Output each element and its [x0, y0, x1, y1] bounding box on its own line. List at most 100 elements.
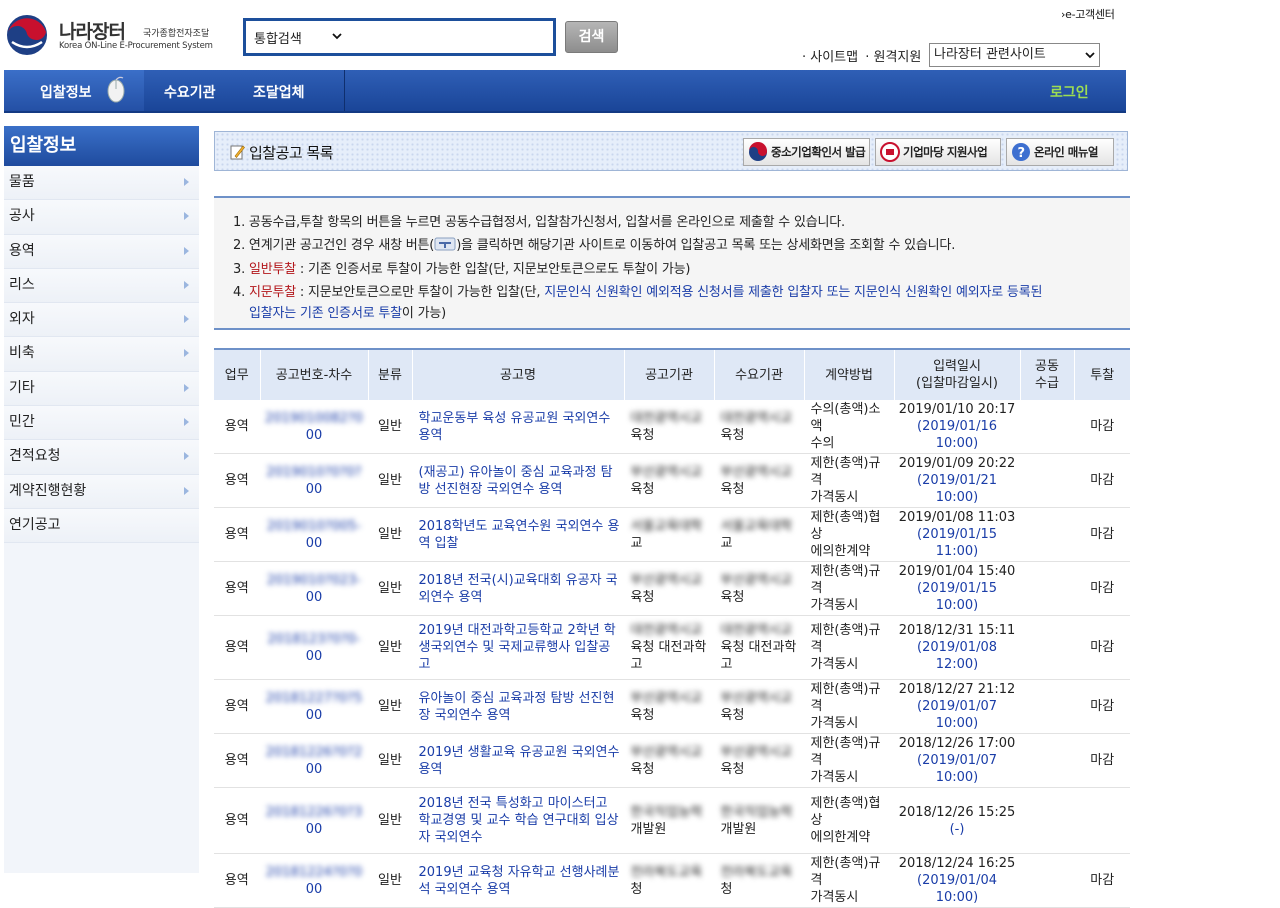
cell-notice-number[interactable]: 20181226?0?2 00	[259, 733, 368, 788]
login-button[interactable]: 로그인	[1050, 82, 1089, 102]
notice-title-link[interactable]: 2019년 대전과학고등학교 2학년 학생국외연수 및 국제교류행사 입찰공고	[419, 623, 616, 672]
cell-notice-title[interactable]: (재공고) 유아놀이 중심 교육과정 탐방 선진현장 국외연수 용역	[411, 453, 624, 508]
notice-title-link[interactable]: 2018년 전국(시)교육대회 유공자 국외연수 용역	[419, 573, 618, 605]
sidebar-item-label: 물품	[9, 174, 35, 190]
gnb-item-bid-info[interactable]: 입찰정보	[40, 82, 92, 102]
cell-notice-number[interactable]: 2019010?005- 00	[259, 507, 368, 562]
cell-business: 용역	[214, 733, 260, 788]
cell-bid-status[interactable]: 마감	[1073, 400, 1130, 454]
cell-category: 일반	[367, 853, 412, 908]
sidebar-item-service[interactable]: 용역	[4, 234, 199, 269]
sidebar-item-label: 공사	[9, 208, 35, 225]
cell-contract-method: 제한(총액)규격 가격동시	[803, 733, 894, 788]
chevron-right-icon	[184, 418, 189, 427]
notice-number-link[interactable]: 2019010082?0	[265, 411, 363, 426]
cell-bid-status[interactable]: 마감	[1073, 615, 1130, 680]
notice-title-link[interactable]: 학교운동부 육성 유공교원 국외연수 용역	[419, 411, 611, 443]
notice-number-link[interactable]: 2019010?023-	[267, 573, 361, 588]
cell-notice-title[interactable]: 2019년 생활교육 유공교원 국외연수 용역	[411, 733, 624, 788]
sidebar-item-etc[interactable]: 기타	[4, 371, 199, 407]
notice-number-link[interactable]: 20181226?0?2	[266, 745, 363, 760]
cell-bid-status[interactable]: 마감	[1073, 853, 1130, 908]
cell-demand-agency: 한국직업능력 개발원	[713, 787, 804, 854]
cell-joint-supply[interactable]	[1019, 453, 1074, 508]
cell-joint-supply[interactable]	[1019, 507, 1074, 562]
sitemap-link[interactable]: · 사이트맵	[802, 50, 858, 65]
cell-bid-status[interactable]: 마감	[1073, 507, 1130, 562]
cell-bid-status[interactable]: 마감	[1073, 679, 1130, 734]
search-button[interactable]: 검색	[565, 21, 618, 53]
search-scope-select[interactable]: 통합검색	[254, 28, 302, 47]
demand-agency-name-2: 청	[720, 881, 733, 897]
notice-order: 00	[305, 481, 323, 497]
notice-order: 00	[305, 821, 323, 837]
cell-bid-status[interactable]	[1073, 787, 1130, 854]
cell-joint-supply[interactable]	[1019, 400, 1074, 454]
agency-name-2: 육청	[630, 427, 655, 443]
cell-notice-number[interactable]: 20181226?0?3 00	[259, 787, 368, 854]
notice-number-link[interactable]: 20181227?0?5	[266, 691, 363, 706]
notice-title-link[interactable]: 2018년 전국 특성화고 마이스터고 학교경영 및 교수 학습 연구대회 입상…	[419, 796, 619, 845]
notice-number-link[interactable]: 2018123?0?0-	[268, 632, 361, 647]
notice-number-link[interactable]: 2019010?005-	[267, 519, 361, 534]
cell-joint-supply[interactable]	[1019, 561, 1074, 616]
notice-title-link[interactable]: 유아놀이 중심 교육과정 탐방 선진현장 국외연수 용역	[419, 691, 615, 723]
cell-notice-number[interactable]: 2019010?023- 00	[259, 561, 368, 616]
cell-notice-number[interactable]: 2019010?0?0? 00	[259, 453, 368, 508]
cell-notice-title[interactable]: 2019년 교육청 자유학교 선행사례분석 국외연수 용역	[411, 853, 624, 908]
gnb-item-supplier[interactable]: 조달업체	[253, 82, 305, 102]
cell-notice-number[interactable]: 2019010082?0 00	[259, 400, 368, 454]
cell-notice-agency: 부산광역시교 육청	[623, 453, 714, 508]
cell-category: 일반	[367, 615, 412, 680]
cell-notice-number[interactable]: 20181227?0?5 00	[259, 679, 368, 734]
cell-notice-number[interactable]: 20181224?0?0 00	[259, 853, 368, 908]
cell-joint-supply[interactable]	[1019, 679, 1074, 734]
cell-notice-title[interactable]: 2018년 전국(시)교육대회 유공자 국외연수 용역	[411, 561, 624, 616]
sidebar-item-label: 비축	[9, 345, 35, 362]
biz-support-button[interactable]: 기업마당 지원사업	[875, 138, 1001, 166]
cell-notice-title[interactable]: 2018학년도 교육연수원 국외연수 용역 입찰	[411, 507, 624, 562]
sidebar-item-construction[interactable]: 공사	[4, 200, 199, 235]
sidebar-item-private[interactable]: 민간	[4, 406, 199, 441]
notice-title-link[interactable]: (재공고) 유아놀이 중심 교육과정 탐방 선진현장 국외연수 용역	[419, 465, 613, 497]
related-sites-select[interactable]: 나라장터 관련사이트	[929, 43, 1100, 67]
notice-title-link[interactable]: 2019년 교육청 자유학교 선행사례분석 국외연수 용역	[419, 865, 620, 897]
bid-close-datetime: (2019/01/07 10:00)	[917, 753, 997, 785]
cell-bid-status[interactable]: 마감	[1073, 733, 1130, 788]
chevron-right-icon	[184, 486, 189, 495]
cell-notice-number[interactable]: 2018123?0?0- 00	[259, 615, 368, 680]
cell-bid-status[interactable]: 마감	[1073, 453, 1130, 508]
sme-certificate-button[interactable]: 중소기업확인서 발급	[743, 138, 870, 166]
notice-number-link[interactable]: 20181226?0?3	[266, 805, 363, 820]
search-input[interactable]	[350, 23, 550, 51]
notice-title-link[interactable]: 2018학년도 교육연수원 국외연수 용역 입찰	[419, 519, 620, 551]
cell-joint-supply[interactable]	[1019, 853, 1074, 908]
sidebar-item-lease[interactable]: 리스	[4, 268, 199, 304]
sidebar-item-stockpile[interactable]: 비축	[4, 337, 199, 372]
cell-joint-supply[interactable]	[1019, 733, 1074, 788]
column-header: 투찰	[1073, 348, 1130, 400]
cell-joint-supply[interactable]	[1019, 615, 1074, 680]
sidebar-item-contract-status[interactable]: 계약진행현황	[4, 474, 199, 509]
online-manual-button[interactable]: ? 온라인 매뉴얼	[1006, 138, 1114, 166]
customer-center-link[interactable]: ›e-고객센터	[1061, 6, 1115, 22]
notice-title-link[interactable]: 2019년 생활교육 유공교원 국외연수 용역	[419, 745, 620, 777]
cell-notice-title[interactable]: 2018년 전국 특성화고 마이스터고 학교경영 및 교수 학습 연구대회 입상…	[411, 787, 624, 854]
sidebar-item-quote-request[interactable]: 견적요청	[4, 440, 199, 475]
logo[interactable]: 나라장터 국가종합전자조달 Korea ON-Line E-Procuremen…	[4, 12, 234, 58]
contract-method: 제한(총액)규격	[810, 682, 881, 714]
contract-method: 제한(총액)협상	[810, 796, 881, 828]
notice-number-link[interactable]: 2019010?0?0?	[266, 465, 361, 480]
sidebar-item-foreign[interactable]: 외자	[4, 303, 199, 338]
gnb-item-demand-agency[interactable]: 수요기관	[164, 82, 216, 102]
remote-support-link[interactable]: · 원격지원	[865, 50, 921, 65]
cell-bid-status[interactable]: 마감	[1073, 561, 1130, 616]
sidebar-item-postponed[interactable]: 연기공고	[4, 508, 199, 544]
cell-notice-title[interactable]: 유아놀이 중심 교육과정 탐방 선진현장 국외연수 용역	[411, 679, 624, 734]
notice-number-link[interactable]: 20181224?0?0	[266, 865, 363, 880]
cell-notice-title[interactable]: 학교운동부 육성 유공교원 국외연수 용역	[411, 400, 624, 454]
chevron-down-icon[interactable]	[330, 29, 344, 43]
cell-joint-supply[interactable]	[1019, 787, 1074, 854]
sidebar-item-goods[interactable]: 물품	[4, 166, 199, 201]
cell-notice-title[interactable]: 2019년 대전과학고등학교 2학년 학생국외연수 및 국제교류행사 입찰공고	[411, 615, 624, 680]
